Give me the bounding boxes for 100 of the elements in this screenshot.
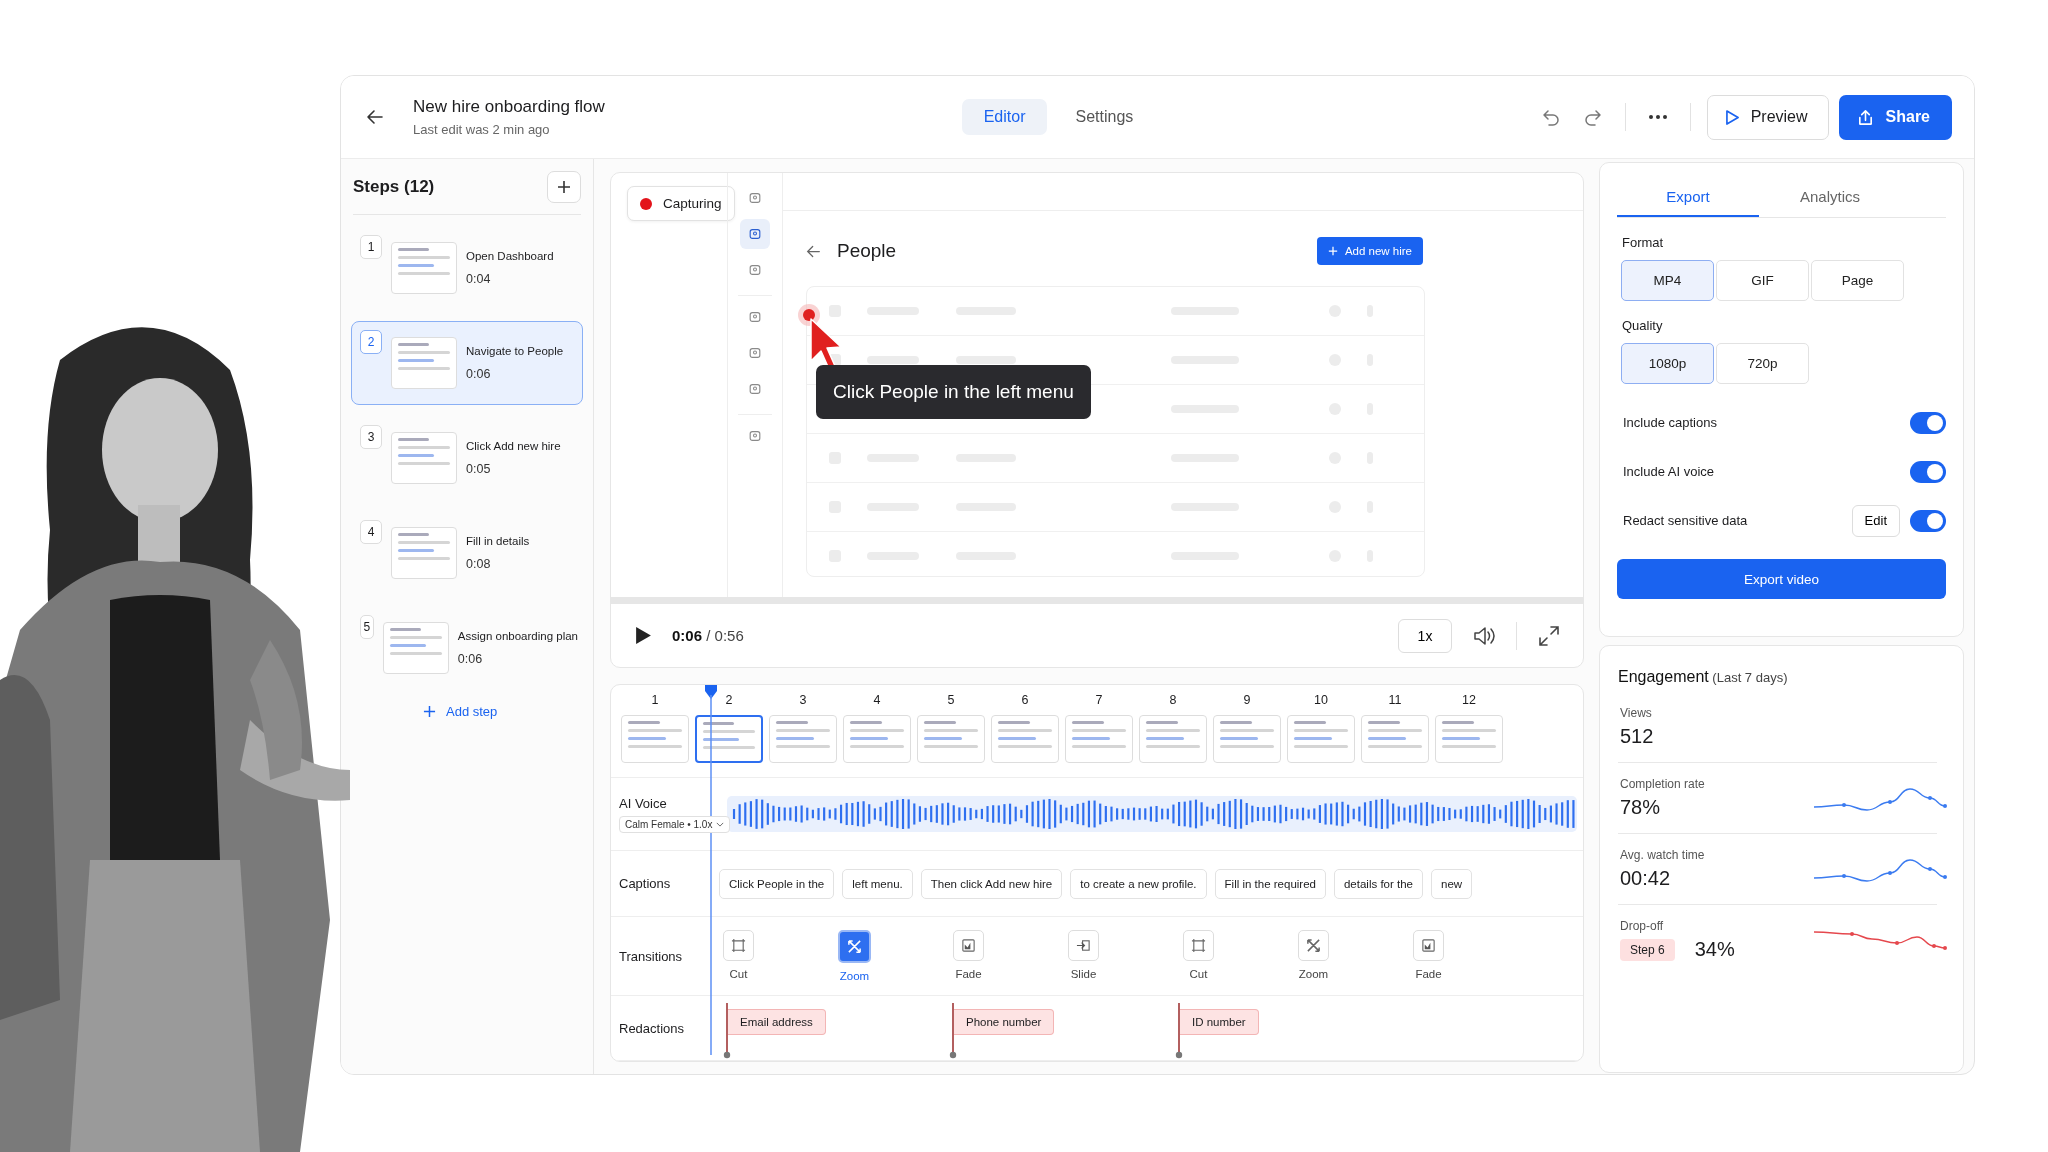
voice-select[interactable]: Calm Female • 1.0x xyxy=(619,815,731,833)
track-label: Redactions xyxy=(619,1020,686,1036)
redaction-marker[interactable] xyxy=(949,1003,957,1059)
track-label: Transitions xyxy=(619,948,684,964)
step-duration: 0:06 xyxy=(457,652,484,666)
step-number: 2 xyxy=(725,693,733,707)
undo-icon[interactable] xyxy=(1540,107,1561,127)
zoom-transition-icon[interactable] xyxy=(1298,930,1329,961)
back-arrow-icon[interactable] xyxy=(365,107,385,127)
caret-icon xyxy=(716,821,725,827)
playback-time: 0:06 / 0:56 xyxy=(672,627,744,644)
step-title: Assign onboarding plan xyxy=(457,630,578,642)
caption-chip[interactable]: new xyxy=(1431,868,1473,899)
preview-button[interactable]: Preview xyxy=(1706,94,1829,140)
redaction-chip[interactable]: Email address xyxy=(728,1009,826,1035)
step-item[interactable]: 2 Navigate to People 0:06 xyxy=(351,321,583,405)
step-number: 3 xyxy=(360,425,382,449)
plus-icon xyxy=(556,178,572,195)
panel-tab[interactable]: Export xyxy=(1617,177,1759,217)
format-label: Format xyxy=(1622,235,1665,250)
transition-label: Slide xyxy=(1070,968,1097,980)
step-number: 12 xyxy=(1462,693,1476,707)
cut-transition-icon[interactable] xyxy=(1183,930,1214,961)
panel-tab[interactable]: Analytics xyxy=(1759,177,1901,217)
step-number: 3 xyxy=(799,693,807,707)
nav-icon[interactable] xyxy=(740,219,770,249)
format-option[interactable]: GIF xyxy=(1716,260,1809,301)
step-thumbnail xyxy=(391,432,457,484)
metric-value: 00:42 xyxy=(1620,867,1671,890)
quality-option[interactable]: 1080p xyxy=(1621,343,1714,384)
step-duration: 0:06 xyxy=(466,367,492,381)
track-label: Captions xyxy=(619,876,672,891)
format-option[interactable]: Page xyxy=(1811,260,1904,301)
redaction-marker[interactable] xyxy=(1175,1003,1183,1059)
toggle-switch[interactable] xyxy=(1910,411,1946,434)
instruction-tooltip: Click People in the left menu xyxy=(816,365,1091,419)
caption-chip[interactable]: left menu. xyxy=(842,868,913,899)
fullscreen-icon[interactable] xyxy=(1537,623,1561,648)
caption-chip[interactable]: Then click Add new hire xyxy=(920,868,1063,899)
transition-label: Zoom xyxy=(839,970,870,982)
transition-label: Zoom xyxy=(1298,968,1329,980)
step-duration: 0:05 xyxy=(466,462,492,476)
quality-option[interactable]: 720p xyxy=(1716,343,1809,384)
step-item[interactable]: 5 Assign onboarding plan 0:06 xyxy=(351,606,583,690)
step-number: 5 xyxy=(360,615,374,639)
step-title: Click Add new hire xyxy=(466,440,561,452)
caption-chip[interactable]: details for the xyxy=(1333,868,1423,899)
play-icon xyxy=(1725,109,1739,125)
zoom-transition-icon[interactable] xyxy=(838,930,871,963)
metric-label: Views xyxy=(1620,706,1653,720)
caption-chip[interactable]: Fill in the required xyxy=(1214,868,1326,899)
add-step-button[interactable] xyxy=(547,170,581,203)
volume-icon[interactable] xyxy=(1472,624,1496,647)
more-icon[interactable] xyxy=(1647,114,1668,120)
quality-label: Quality xyxy=(1622,318,1664,333)
transition-label: Fade xyxy=(955,968,982,980)
toggle-switch[interactable] xyxy=(1910,460,1946,483)
last-edit-text: Last edit was 2 min ago xyxy=(413,122,551,137)
edit-button[interactable]: Edit xyxy=(1851,504,1900,537)
transition-label: Fade xyxy=(1415,968,1442,980)
plus-icon xyxy=(1327,246,1338,256)
step-badge: Step 6 xyxy=(1620,938,1675,961)
play-icon[interactable] xyxy=(635,626,652,645)
share-button[interactable]: Share xyxy=(1838,94,1952,140)
mode-tab[interactable]: Editor xyxy=(961,99,1048,135)
fade-transition-icon[interactable] xyxy=(953,930,984,961)
step-thumbnail[interactable] xyxy=(695,715,763,763)
speed-button[interactable]: 1x xyxy=(1398,618,1452,653)
step-number: 10 xyxy=(1314,693,1328,707)
fade-transition-icon[interactable] xyxy=(1413,930,1444,961)
back-arrow-icon[interactable] xyxy=(806,243,821,259)
redaction-chip[interactable]: Phone number xyxy=(954,1009,1055,1035)
add-new-hire-button[interactable]: Add new hire xyxy=(1316,237,1423,265)
export-video-button[interactable]: Export video xyxy=(1617,559,1946,599)
caption-chip[interactable]: to create a new profile. xyxy=(1070,868,1207,899)
step-item[interactable]: 1 Open Dashboard 0:04 xyxy=(351,226,583,310)
add-step-link[interactable]: Add step xyxy=(423,704,498,719)
progress-track[interactable] xyxy=(611,597,1583,604)
redaction-chip[interactable]: ID number xyxy=(1180,1009,1259,1035)
redaction-marker[interactable] xyxy=(723,1003,731,1059)
toggle-label: Include captions xyxy=(1623,415,1718,430)
step-duration: 0:08 xyxy=(466,557,492,571)
step-number: 4 xyxy=(360,520,382,544)
toggle-switch[interactable] xyxy=(1910,509,1946,532)
step-thumbnail xyxy=(391,337,457,389)
step-number: 11 xyxy=(1388,693,1402,707)
cut-transition-icon[interactable] xyxy=(723,930,754,961)
step-title: Open Dashboard xyxy=(466,250,554,262)
step-item[interactable]: 4 Fill in details 0:08 xyxy=(351,511,583,595)
step-item[interactable]: 3 Click Add new hire 0:05 xyxy=(351,416,583,500)
metric-value: 34% xyxy=(1694,938,1735,961)
document-title: New hire onboarding flow xyxy=(413,97,605,117)
step-title: Fill in details xyxy=(466,535,530,547)
redo-icon[interactable] xyxy=(1582,107,1603,127)
step-thumbnail xyxy=(382,622,449,674)
mode-tab[interactable]: Settings xyxy=(1053,99,1156,135)
format-option[interactable]: MP4 xyxy=(1621,260,1714,301)
step-title: Navigate to People xyxy=(466,345,564,357)
caption-chip[interactable]: Click People in the xyxy=(719,868,835,899)
slide-transition-icon[interactable] xyxy=(1068,930,1099,961)
